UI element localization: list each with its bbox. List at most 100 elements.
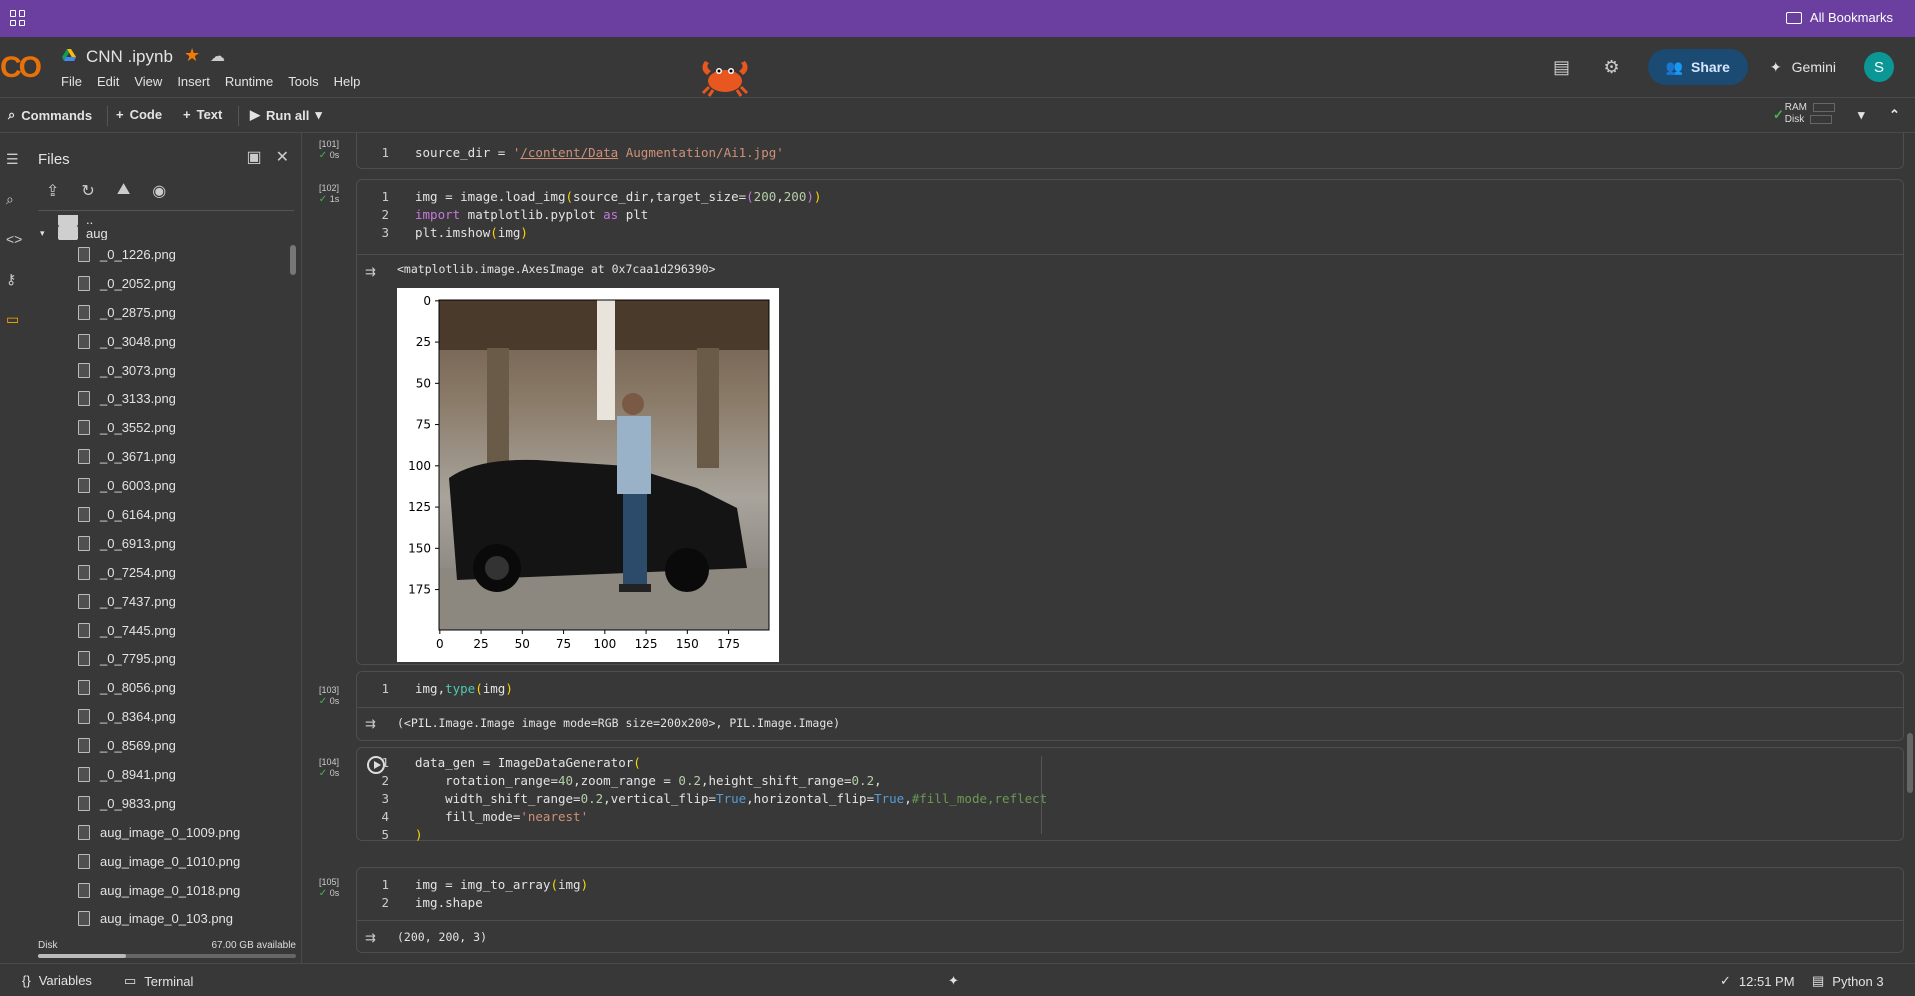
star-icon[interactable]: ★ bbox=[184, 45, 200, 66]
code-editor[interactable]: 1 img = img_to_array(img) 2 img.shape bbox=[357, 876, 588, 912]
code-editor[interactable]: 1 img = image.load_img(source_dir,target_… bbox=[357, 188, 821, 242]
file-row[interactable]: _0_7437.png bbox=[30, 587, 288, 616]
file-row[interactable]: _0_3133.png bbox=[30, 384, 288, 413]
file-row[interactable]: _0_3671.png bbox=[30, 442, 288, 471]
file-row[interactable]: _0_3048.png bbox=[30, 327, 288, 356]
code-cell[interactable]: 1 img = image.load_img(source_dir,target_… bbox=[356, 179, 1904, 665]
file-row[interactable]: _0_9833.png bbox=[30, 789, 288, 818]
chevron-down-icon[interactable]: ▾ bbox=[40, 228, 52, 239]
code-editor[interactable]: 1 data_gen = ImageDataGenerator(2 rotatio… bbox=[357, 754, 1047, 844]
avatar[interactable]: S bbox=[1864, 52, 1894, 82]
gear-icon[interactable]: ⚙ bbox=[1598, 53, 1626, 81]
file-row[interactable]: aug_image_0_1018.png bbox=[30, 876, 288, 905]
notebook-scrollbar[interactable] bbox=[1907, 733, 1913, 793]
add-code-button[interactable]: + Code bbox=[116, 107, 162, 122]
file-row[interactable]: aug_image_0_1010.png bbox=[30, 847, 288, 876]
file-row[interactable]: _0_2052.png bbox=[30, 269, 288, 298]
menu-runtime[interactable]: Runtime bbox=[225, 74, 273, 89]
gemini-sparkle-icon[interactable]: ✦ bbox=[948, 973, 959, 989]
eye-icon[interactable]: ◉ bbox=[152, 181, 166, 201]
comments-icon[interactable]: ▤ bbox=[1548, 53, 1576, 81]
file-row[interactable]: _0_1226.png bbox=[30, 240, 288, 269]
commands-button[interactable]: ⌕ Commands bbox=[8, 107, 92, 123]
file-row[interactable]: _0_8941.png bbox=[30, 760, 288, 789]
left-rail: ☰ ⌕ <> ⚷ ▭ bbox=[0, 133, 30, 963]
file-row[interactable]: _0_2875.png bbox=[30, 298, 288, 327]
code-cell[interactable]: 1 data_gen = ImageDataGenerator(2 rotatio… bbox=[356, 747, 1904, 844]
code-cell[interactable]: 1 source_dir = '/content/Data Augmentatio… bbox=[356, 133, 1904, 169]
apps-grid-icon[interactable] bbox=[10, 10, 26, 26]
plus-icon: + bbox=[116, 107, 124, 122]
last-run-time[interactable]: ✓ 12:51 PM bbox=[1720, 973, 1795, 989]
file-icon bbox=[78, 853, 90, 869]
parent-folder-row[interactable]: .. bbox=[30, 215, 288, 227]
file-row[interactable]: aug_image_0_1009.png bbox=[30, 818, 288, 847]
find-replace-icon[interactable]: ⌕ bbox=[6, 191, 24, 209]
file-row[interactable]: _0_7795.png bbox=[30, 644, 288, 673]
chevron-down-icon[interactable]: ▾ bbox=[315, 107, 322, 123]
file-icon bbox=[78, 795, 90, 811]
file-row[interactable]: _0_3552.png bbox=[30, 413, 288, 442]
menu-file[interactable]: File bbox=[61, 74, 82, 89]
code-editor[interactable]: 1 img,type(img) bbox=[357, 680, 512, 698]
file-row[interactable]: _0_6164.png bbox=[30, 500, 288, 529]
variables-button[interactable]: {} Variables bbox=[22, 973, 92, 988]
colab-logo[interactable]: CO bbox=[0, 51, 42, 85]
file-name: _0_6913.png bbox=[100, 535, 176, 551]
file-row[interactable]: _0_7445.png bbox=[30, 616, 288, 645]
mount-drive-icon[interactable]: ⛰ bbox=[117, 181, 130, 201]
file-row[interactable]: _0_6003.png bbox=[30, 471, 288, 500]
collapse-chevron-up-icon[interactable]: ⌃ bbox=[1889, 107, 1900, 123]
file-name: _0_3048.png bbox=[100, 333, 176, 349]
upload-icon[interactable]: ⇪ bbox=[46, 181, 59, 201]
folder-row-aug[interactable]: ▾ aug bbox=[30, 226, 288, 240]
cloud-saved-icon[interactable]: ☁ bbox=[210, 47, 225, 65]
menu-tools[interactable]: Tools bbox=[288, 74, 318, 89]
code-editor[interactable]: 1 source_dir = '/content/Data Augmentatio… bbox=[357, 144, 783, 162]
code-cell[interactable]: 1 img,type(img) ⇉ (<PIL.Image.Image image… bbox=[356, 671, 1904, 741]
resource-monitor[interactable]: RAM Disk bbox=[1785, 102, 1835, 126]
file-icon bbox=[78, 911, 90, 927]
menu-insert[interactable]: Insert bbox=[177, 74, 210, 89]
output-toggle-icon[interactable]: ⇉ bbox=[365, 264, 385, 279]
file-row[interactable]: _0_8056.png bbox=[30, 673, 288, 702]
close-icon[interactable]: ✕ bbox=[276, 147, 289, 167]
file-name: _0_8569.png bbox=[100, 738, 176, 754]
menu-help[interactable]: Help bbox=[334, 74, 361, 89]
code-snippets-icon[interactable]: <> bbox=[6, 231, 24, 249]
gemini-button[interactable]: ✦ Gemini bbox=[1770, 59, 1836, 76]
key-icon[interactable]: ⚷ bbox=[6, 271, 24, 289]
refresh-icon[interactable]: ↻ bbox=[81, 181, 94, 201]
file-row[interactable]: _0_8569.png bbox=[30, 731, 288, 760]
table-of-contents-icon[interactable]: ☰ bbox=[6, 151, 24, 169]
open-in-tab-icon[interactable]: ▣ bbox=[246, 147, 261, 167]
add-code-label: Code bbox=[129, 107, 163, 122]
bookmarks-bar: All Bookmarks bbox=[0, 0, 1915, 37]
runtime-type[interactable]: ▤ Python 3 bbox=[1812, 973, 1884, 989]
notebook-title[interactable]: CNN .ipynb bbox=[86, 47, 173, 67]
disk-usage: Disk 67.00 GB available bbox=[38, 940, 296, 958]
google-drive-icon bbox=[62, 49, 76, 61]
code-cell[interactable]: 1 img = img_to_array(img) 2 img.shape ⇉ (20… bbox=[356, 867, 1904, 953]
file-row[interactable]: _0_6913.png bbox=[30, 529, 288, 558]
file-row[interactable]: _0_3073.png bbox=[30, 356, 288, 385]
menu-edit[interactable]: Edit bbox=[97, 74, 119, 89]
all-bookmarks-button[interactable]: All Bookmarks bbox=[1785, 10, 1893, 25]
terminal-button[interactable]: ▭ Terminal bbox=[124, 973, 193, 989]
output-toggle-icon[interactable]: ⇉ bbox=[365, 716, 385, 731]
all-bookmarks-label: All Bookmarks bbox=[1809, 10, 1893, 25]
run-all-button[interactable]: ▶ Run all ▾ bbox=[250, 107, 322, 123]
file-icon bbox=[78, 535, 90, 551]
output-toggle-icon[interactable]: ⇉ bbox=[365, 930, 385, 945]
folder-icon[interactable]: ▭ bbox=[6, 311, 24, 329]
file-row[interactable]: _0_8364.png bbox=[30, 702, 288, 731]
menu-view[interactable]: View bbox=[134, 74, 162, 89]
add-text-button[interactable]: + Text bbox=[183, 107, 222, 122]
check-icon: ✓ bbox=[318, 696, 328, 707]
crab-mascot-icon[interactable] bbox=[697, 53, 753, 97]
runtime-dropdown-icon[interactable]: ▾ bbox=[1858, 107, 1865, 123]
file-row[interactable]: aug_image_0_103.png bbox=[30, 904, 288, 933]
file-row[interactable]: _0_7254.png bbox=[30, 558, 288, 587]
files-scrollbar[interactable] bbox=[290, 245, 296, 275]
share-button[interactable]: 👥 Share bbox=[1647, 49, 1748, 85]
